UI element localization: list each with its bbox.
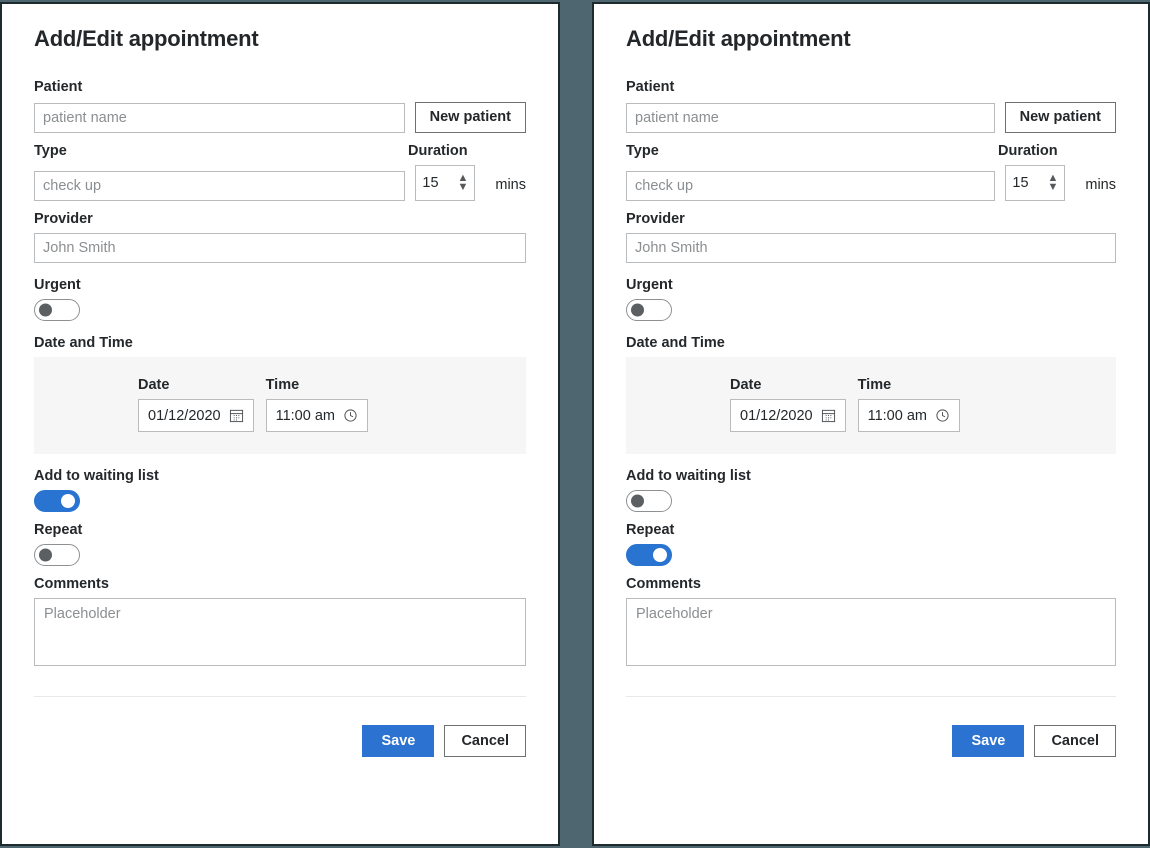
time-group: Time 11:00 am	[857, 377, 960, 433]
waiting-list-toggle[interactable]	[34, 490, 80, 513]
date-group: Date 01/12/2020	[138, 377, 254, 433]
toggle-knob	[39, 548, 52, 562]
type-input[interactable]: check up	[34, 170, 406, 201]
time-input[interactable]: 11:00 am	[265, 399, 368, 433]
comments-label: Comments	[34, 576, 109, 593]
type-duration-labels: Type Duration	[34, 142, 526, 165]
time-value: 11:00 am	[867, 407, 927, 424]
duration-stepper[interactable]: 15 ▲ ▼	[415, 164, 476, 201]
waiting-list-label: Add to waiting list	[34, 468, 159, 485]
time-value: 11:00 am	[275, 407, 335, 424]
date-group: Date 01/12/2020	[730, 377, 846, 433]
toggle-knob	[631, 303, 644, 317]
chevron-down-icon[interactable]: ▼	[1047, 182, 1058, 193]
toggle-knob	[61, 494, 75, 509]
duration-stepper[interactable]: 15 ▲ ▼	[1005, 164, 1066, 201]
dialog-footer: Save Cancel	[626, 725, 1116, 758]
urgent-label: Urgent	[626, 276, 673, 293]
type-duration-labels: Type Duration	[626, 142, 1116, 165]
footer-divider	[34, 696, 526, 698]
toggle-knob	[39, 303, 52, 317]
screenshot-stage: Add/Edit appointment Patient patient nam…	[0, 0, 1150, 848]
waiting-list-toggle[interactable]	[626, 490, 672, 513]
date-time-label: Date and Time	[626, 334, 725, 351]
type-input[interactable]: check up	[626, 170, 996, 201]
date-value: 01/12/2020	[148, 407, 221, 424]
patient-row: patient name New patient	[34, 101, 526, 133]
provider-input[interactable]: John Smith	[626, 232, 1116, 263]
provider-label: Provider	[34, 210, 93, 227]
time-input[interactable]: 11:00 am	[857, 399, 960, 433]
time-label: Time	[265, 377, 300, 394]
cancel-button[interactable]: Cancel	[1034, 725, 1116, 758]
calendar-icon[interactable]	[229, 408, 244, 423]
duration-value: 15	[1012, 174, 1029, 191]
patient-label: Patient	[34, 79, 83, 96]
duration-label: Duration	[998, 142, 1058, 159]
toggle-knob	[653, 548, 667, 563]
date-time-panel: Date 01/12/2020 Time 11:00 am	[34, 357, 526, 455]
duration-value: 15	[422, 174, 439, 191]
duration-arrows[interactable]: ▲ ▼	[457, 173, 468, 193]
repeat-label: Repeat	[626, 522, 675, 539]
date-time-panel: Date 01/12/2020 Time 11:00 am	[626, 357, 1116, 455]
comments-label: Comments	[626, 576, 701, 593]
dialog-footer: Save Cancel	[34, 725, 526, 758]
duration-arrows[interactable]: ▲ ▼	[1047, 173, 1058, 193]
urgent-label: Urgent	[34, 276, 81, 293]
patient-label: Patient	[626, 79, 675, 96]
new-patient-button[interactable]: New patient	[414, 101, 526, 133]
patient-input[interactable]: patient name	[626, 102, 995, 133]
urgent-toggle[interactable]	[34, 298, 80, 321]
type-duration-row: check up 15 ▲ ▼ mins	[626, 164, 1116, 201]
date-input[interactable]: 01/12/2020	[730, 399, 846, 433]
waiting-list-label: Add to waiting list	[626, 468, 751, 485]
date-label: Date	[138, 377, 170, 394]
comments-textarea[interactable]: Placeholder	[626, 598, 1116, 667]
chevron-down-icon[interactable]: ▼	[457, 182, 468, 193]
clock-icon[interactable]	[343, 408, 358, 423]
date-time-label: Date and Time	[34, 334, 133, 351]
time-group: Time 11:00 am	[265, 377, 368, 433]
duration-unit: mins	[1085, 176, 1116, 193]
duration-unit: mins	[495, 176, 526, 193]
page-title: Add/Edit appointment	[626, 26, 851, 51]
footer-divider	[626, 696, 1116, 698]
date-label: Date	[730, 377, 762, 394]
urgent-toggle[interactable]	[626, 298, 672, 321]
time-label: Time	[857, 377, 892, 394]
new-patient-button[interactable]: New patient	[1004, 101, 1116, 133]
repeat-toggle[interactable]	[626, 544, 672, 567]
save-button[interactable]: Save	[952, 725, 1025, 758]
save-button[interactable]: Save	[362, 725, 435, 758]
appointment-dialog-right: Add/Edit appointment Patient patient nam…	[592, 2, 1150, 846]
cancel-button[interactable]: Cancel	[444, 725, 526, 758]
provider-label: Provider	[626, 210, 685, 227]
page-title: Add/Edit appointment	[34, 26, 259, 51]
patient-row: patient name New patient	[626, 101, 1116, 133]
calendar-icon[interactable]	[821, 408, 836, 423]
comments-textarea[interactable]: Placeholder	[34, 598, 526, 667]
patient-input[interactable]: patient name	[34, 102, 405, 133]
repeat-toggle[interactable]	[34, 544, 80, 567]
type-label: Type	[34, 142, 67, 159]
appointment-dialog-left: Add/Edit appointment Patient patient nam…	[0, 2, 560, 846]
date-value: 01/12/2020	[740, 407, 813, 424]
duration-label: Duration	[408, 142, 468, 159]
toggle-knob	[631, 494, 644, 508]
type-duration-row: check up 15 ▲ ▼ mins	[34, 164, 526, 201]
repeat-label: Repeat	[34, 522, 83, 539]
date-input[interactable]: 01/12/2020	[138, 399, 254, 433]
provider-input[interactable]: John Smith	[34, 232, 526, 263]
clock-icon[interactable]	[935, 408, 950, 423]
type-label: Type	[626, 142, 659, 159]
